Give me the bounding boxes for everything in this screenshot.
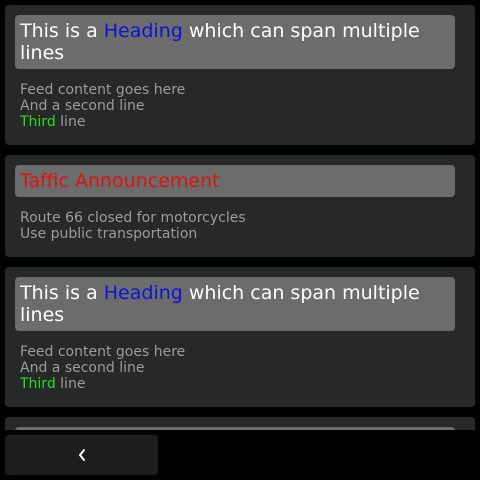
green-highlight: Third bbox=[20, 114, 56, 130]
body-line: Feed content goes here bbox=[20, 344, 186, 360]
card-heading bbox=[15, 427, 455, 430]
card-heading: This is a Heading which can span multipl… bbox=[15, 15, 455, 69]
body-line: Feed content goes here bbox=[20, 82, 186, 98]
body-line: And a second line bbox=[20, 98, 145, 114]
card-body: Feed content goes here And a second line… bbox=[20, 344, 185, 392]
green-highlight: Third bbox=[20, 376, 56, 392]
feed-card[interactable]: Taffic Announcement Route 66 closed for … bbox=[5, 155, 475, 257]
body-text: line bbox=[55, 376, 86, 392]
body-line: Route 66 closed for motorcycles bbox=[20, 210, 246, 226]
screen: This is a Heading which can span multipl… bbox=[0, 0, 480, 480]
card-heading: This is a Heading which can span multipl… bbox=[15, 277, 455, 331]
body-line: Use public transportation bbox=[20, 226, 198, 242]
card-heading: Taffic Announcement bbox=[15, 165, 455, 197]
feed-card[interactable]: This is a Heading which can span multipl… bbox=[5, 267, 475, 407]
card-body: Route 66 closed for motorcycles Use publ… bbox=[20, 210, 246, 242]
feed-card[interactable]: This is a Heading which can span multipl… bbox=[5, 5, 475, 145]
feed-card[interactable] bbox=[5, 417, 475, 430]
card-body: Feed content goes here And a second line… bbox=[20, 82, 185, 130]
chevron-left-icon bbox=[78, 449, 85, 461]
heading-highlight: Heading bbox=[103, 20, 183, 42]
back-button[interactable] bbox=[5, 435, 158, 475]
heading-text: This is a bbox=[20, 20, 104, 42]
heading-highlight: Heading bbox=[103, 282, 183, 304]
body-line: Third line bbox=[20, 114, 185, 130]
body-line: Third line bbox=[20, 376, 185, 392]
heading-text: This is a bbox=[20, 282, 104, 304]
body-text: line bbox=[55, 114, 86, 130]
body-line: And a second line bbox=[20, 360, 145, 376]
feed-list[interactable]: This is a Heading which can span multipl… bbox=[5, 5, 475, 430]
